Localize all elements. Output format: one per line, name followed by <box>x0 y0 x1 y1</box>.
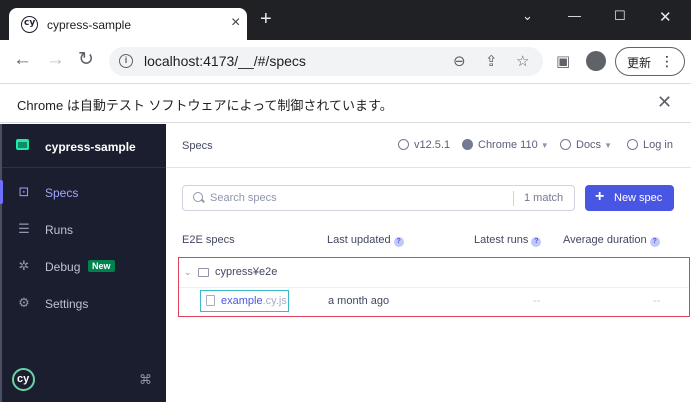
share-icon[interactable]: ⇪ <box>485 52 498 70</box>
search-divider <box>513 191 514 206</box>
docs-icon <box>560 139 571 150</box>
infobar-text: Chrome は自動テスト ソフトウェアによって制御されています。 <box>17 98 393 113</box>
keyboard-shortcuts-icon[interactable]: ⌘ <box>139 372 152 388</box>
column-header-runs: Latest runs? <box>474 234 542 247</box>
zoom-icon[interactable]: ⊖ <box>453 52 466 70</box>
minimize-icon[interactable]: — <box>568 8 581 23</box>
sidebar-item-debug[interactable]: ✲ Debug New <box>2 248 166 285</box>
page-title: Specs <box>182 140 213 152</box>
reload-icon[interactable]: ↻ <box>78 50 94 70</box>
version-label: v12.5.1 <box>414 139 451 151</box>
infobar-close-icon[interactable]: ✕ <box>657 92 672 113</box>
browser-label: Chrome 110 <box>478 139 538 151</box>
specs-icon: ⊡ <box>18 184 30 199</box>
sidebar-item-settings[interactable]: ⚙ Settings <box>2 285 166 322</box>
new-spec-label: New spec <box>614 192 663 204</box>
docs-dropdown[interactable]: Docs ▼ <box>560 139 612 151</box>
browser-tab[interactable]: cy cypress-sample × <box>9 8 247 40</box>
chrome-icon <box>462 139 473 150</box>
site-info-icon[interactable]: i <box>119 54 133 68</box>
chevron-down-icon: ⌄ <box>184 267 192 277</box>
sidebar-item-label: Settings <box>45 297 89 311</box>
address-bar[interactable]: i localhost:4173/__/#/specs ⊖ ⇪ ☆ <box>109 47 543 76</box>
login-label: Log in <box>643 139 673 151</box>
column-header-label: Latest runs <box>474 234 529 246</box>
browser-titlebar: cy cypress-sample × + ⌄ — ☐ ✕ <box>0 0 691 40</box>
file-basename: example <box>221 295 263 307</box>
profile-avatar-icon[interactable] <box>586 51 606 71</box>
main-content: Specs v12.5.1 Chrome 110 ▼ Docs ▼ Log in S… <box>166 124 691 402</box>
file-extension: .cy.js <box>262 295 287 307</box>
match-count: 1 match <box>524 192 564 204</box>
chevron-down-icon: ▼ <box>540 141 549 150</box>
spec-file-name: example.cy.js <box>221 295 287 307</box>
runs-icon: ☰ <box>18 221 30 236</box>
column-header-duration: Average duration? <box>563 234 660 247</box>
help-icon[interactable]: ? <box>649 237 660 247</box>
sidebar-item-specs[interactable]: ⊡ Specs <box>0 174 166 211</box>
user-icon <box>627 139 638 150</box>
side-panel-icon[interactable]: ▣ <box>556 52 570 72</box>
version-icon <box>398 139 409 150</box>
column-header-updated: Last updated? <box>327 234 404 247</box>
logo-text: cy <box>17 373 30 385</box>
folder-name: cypress¥e2e <box>215 266 278 278</box>
version-dropdown[interactable]: v12.5.1 <box>398 139 450 151</box>
cypress-favicon-icon: cy <box>21 16 38 33</box>
file-icon <box>206 295 215 306</box>
more-menu-icon[interactable]: ⋮ <box>660 53 674 70</box>
maximize-icon[interactable]: ☐ <box>614 8 626 24</box>
sidebar-item-label: Runs <box>45 223 74 237</box>
new-spec-button[interactable]: + New spec <box>585 185 674 211</box>
settings-icon: ⚙ <box>18 295 30 310</box>
column-header-label: Last updated <box>327 234 391 246</box>
bookmark-star-icon[interactable]: ☆ <box>516 52 529 70</box>
spec-file-link[interactable]: example.cy.js <box>200 290 289 312</box>
update-label: 更新 <box>627 56 652 70</box>
browser-toolbar: ← → ↻ i localhost:4173/__/#/specs ⊖ ⇪ ☆ … <box>0 40 691 83</box>
sidebar-item-label: Debug <box>45 260 81 274</box>
search-placeholder[interactable]: Search specs <box>210 192 277 204</box>
search-input[interactable]: Search specs 1 match <box>182 185 575 211</box>
cypress-logo-icon: cy <box>12 368 35 391</box>
new-badge: New <box>88 260 115 272</box>
sidebar-item-label: Specs <box>45 186 79 200</box>
row-divider <box>179 287 689 288</box>
last-updated-value: a month ago <box>328 295 390 307</box>
forward-arrow-icon[interactable]: → <box>46 50 65 70</box>
plus-icon: + <box>595 188 605 205</box>
back-arrow-icon[interactable]: ← <box>13 50 32 70</box>
main-header: Specs v12.5.1 Chrome 110 ▼ Docs ▼ Log in <box>166 124 691 168</box>
automation-infobar: Chrome は自動テスト ソフトウェアによって制御されています。 ✕ <box>0 83 691 123</box>
update-button[interactable]: 更新 ⋮ <box>615 47 685 76</box>
sidebar: cypress-sample ⊡ Specs ☰ Runs ✲ Debug Ne… <box>0 124 166 402</box>
window-close-icon[interactable]: ✕ <box>659 8 672 26</box>
browser-dropdown[interactable]: Chrome 110 ▼ <box>462 139 549 151</box>
chevron-down-icon: ▼ <box>604 141 612 150</box>
spec-list: ⌄ cypress¥e2e example.cy.js a month ago … <box>178 257 690 317</box>
debug-icon: ✲ <box>18 258 30 273</box>
project-icon <box>16 139 29 150</box>
help-icon[interactable]: ? <box>531 237 542 247</box>
docs-label: Docs <box>576 139 602 151</box>
favicon-text: cy <box>24 18 36 28</box>
login-button[interactable]: Log in <box>627 139 673 151</box>
sidebar-divider <box>2 167 166 168</box>
folder-icon <box>198 268 209 277</box>
latest-runs-value: -- <box>533 295 541 307</box>
average-duration-value: -- <box>653 295 661 307</box>
sidebar-item-runs[interactable]: ☰ Runs <box>2 211 166 248</box>
project-name[interactable]: cypress-sample <box>45 140 136 154</box>
url-text[interactable]: localhost:4173/__/#/specs <box>144 53 306 69</box>
search-icon <box>193 192 203 202</box>
tab-search-chevron-icon[interactable]: ⌄ <box>522 8 533 24</box>
new-tab-icon[interactable]: + <box>260 9 272 29</box>
column-header-name: E2E specs <box>182 234 235 246</box>
column-header-label: Average duration <box>563 234 647 246</box>
help-icon[interactable]: ? <box>393 237 404 247</box>
tab-close-icon[interactable]: × <box>231 15 240 31</box>
tab-title: cypress-sample <box>47 18 132 32</box>
